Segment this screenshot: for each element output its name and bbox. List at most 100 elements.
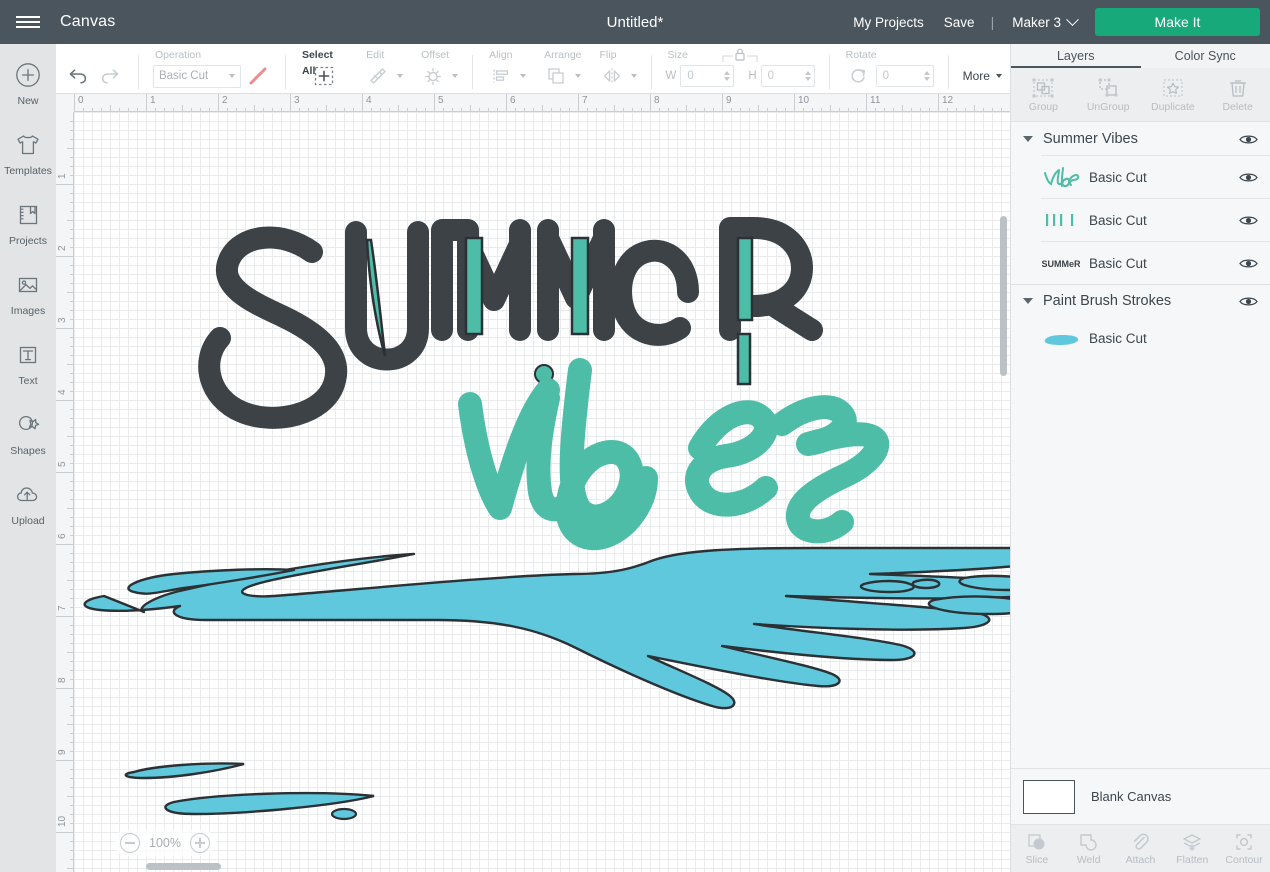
duplicate-button[interactable]: Duplicate (1141, 68, 1206, 121)
hamburger-icon[interactable] (0, 0, 56, 44)
minus-circle-icon[interactable] (120, 833, 140, 853)
layer-row[interactable]: Basic Cut (1041, 198, 1270, 241)
text-t-icon (15, 338, 41, 372)
eye-icon[interactable] (1238, 295, 1258, 308)
eye-icon[interactable] (1238, 171, 1258, 184)
ruler-minor-tick (67, 220, 74, 221)
weld-button[interactable]: Weld (1063, 825, 1115, 872)
history-spacer (64, 47, 124, 63)
layers-list[interactable]: Summer Vibes Basic Cut Basic Cut SUMMeR … (1011, 123, 1270, 768)
height-field[interactable]: H 0 (748, 65, 815, 87)
tab-layers[interactable]: Layers (1011, 44, 1141, 68)
canvas-swatch[interactable] (1023, 779, 1075, 814)
rail-label-new: New (17, 95, 39, 107)
layer-group-summer-vibes[interactable]: Summer Vibes (1011, 123, 1270, 155)
tab-color-sync[interactable]: Color Sync (1141, 44, 1270, 68)
ruler-major-tick (56, 184, 74, 185)
rotate-stepper[interactable] (923, 71, 930, 81)
height-stepper[interactable] (804, 71, 811, 81)
undo-icon[interactable] (64, 63, 92, 89)
redo-icon[interactable] (96, 63, 124, 89)
rail-item-images[interactable]: Images (0, 268, 56, 338)
more-group: More (955, 43, 1010, 89)
toolbar-divider (947, 55, 949, 89)
toolbar-divider (472, 55, 474, 89)
save-button[interactable]: Save (934, 15, 985, 30)
width-field[interactable]: W 0 (666, 65, 735, 87)
chevron-down-icon[interactable] (575, 74, 582, 78)
attach-button[interactable]: Attach (1115, 825, 1167, 872)
canvas-horizontal-scrollbar[interactable] (146, 863, 221, 870)
canvas-area[interactable]: 0 1 2 3 4 5 6 7 8 9 10 11 12 1 2 3 4 5 6 7 8 9 10 (56, 94, 1010, 872)
more-spacer (963, 47, 1002, 63)
chevron-down-icon[interactable] (397, 74, 404, 78)
canvas-selector[interactable]: Blank Canvas (1011, 768, 1270, 824)
rail-item-upload[interactable]: Upload (0, 478, 56, 548)
width-stepper[interactable] (724, 71, 731, 81)
toolbar-divider (284, 55, 286, 89)
operation-value: Basic Cut (158, 70, 209, 82)
cloud-upload-icon (14, 478, 42, 512)
rail-item-shapes[interactable]: Shapes (0, 408, 56, 478)
machine-selector[interactable]: Maker 3 (1000, 12, 1085, 30)
paperclip-icon (1130, 832, 1150, 852)
chevron-down-icon[interactable] (1023, 298, 1033, 304)
ruler-tick-label: 1 (57, 173, 68, 179)
edit-toolbar: Operation Basic Cut Select All Edit Offs… (56, 44, 1010, 94)
delete-button[interactable]: Delete (1205, 68, 1270, 121)
layer-group-paint-brush-strokes[interactable]: Paint Brush Strokes (1011, 285, 1270, 317)
eye-icon[interactable] (1238, 133, 1258, 146)
brush-stroke-thumb (1041, 326, 1081, 352)
chevron-down-icon[interactable] (630, 74, 637, 78)
canvas-grid-wrapper[interactable]: 100% (74, 112, 1010, 872)
group-button[interactable]: Group (1011, 68, 1076, 121)
chevron-down-icon[interactable] (452, 74, 459, 78)
operation-select[interactable]: Basic Cut (152, 64, 241, 88)
make-it-button[interactable]: Make It (1095, 8, 1260, 36)
duplicate-icon (1161, 77, 1185, 99)
rail-item-templates[interactable]: Templates (0, 128, 56, 198)
ruler-minor-tick (902, 105, 903, 112)
arrange-icon[interactable] (542, 63, 570, 89)
canvas-vertical-scrollbar[interactable] (1000, 216, 1007, 376)
my-projects-link[interactable]: My Projects (843, 15, 934, 30)
rotate-input[interactable]: 0 (875, 65, 934, 87)
layer-name: Basic Cut (1089, 331, 1147, 346)
more-button[interactable]: More (963, 63, 1002, 89)
flatten-button[interactable]: Flatten (1166, 825, 1218, 872)
edit-icon[interactable] (364, 63, 392, 89)
chevron-down-icon[interactable] (1023, 136, 1033, 142)
ungroup-button[interactable]: UnGroup (1076, 68, 1141, 121)
rail-item-projects[interactable]: Projects (0, 198, 56, 268)
ruler-minor-tick (758, 105, 759, 112)
chevron-down-icon[interactable] (520, 74, 527, 78)
plus-circle-icon[interactable] (190, 833, 210, 853)
layer-row[interactable]: SUMMeR Basic Cut (1041, 241, 1270, 284)
flatten-label: Flatten (1176, 853, 1209, 866)
rail-item-text[interactable]: Text (0, 338, 56, 408)
ruler-tick-label: 7 (582, 95, 588, 106)
ruler-major-tick (56, 544, 74, 545)
slice-label: Slice (1025, 853, 1049, 866)
artwork[interactable] (74, 112, 1010, 872)
contour-button[interactable]: Contour (1218, 825, 1270, 872)
group-name: Summer Vibes (1043, 131, 1138, 147)
rail-item-new[interactable]: New (0, 58, 56, 128)
attach-label: Attach (1125, 853, 1156, 866)
layer-row[interactable]: Basic Cut (1041, 155, 1270, 198)
size-lock-icon[interactable] (713, 45, 767, 65)
chevron-down-icon (228, 74, 235, 78)
canvas-label: Canvas (60, 13, 116, 30)
offset-icon[interactable] (419, 63, 447, 89)
eye-icon[interactable] (1238, 214, 1258, 227)
rotate-icon[interactable] (844, 63, 872, 89)
layer-row[interactable]: Basic Cut (1041, 317, 1270, 360)
select-all-icon[interactable] (310, 63, 338, 89)
slice-button[interactable]: Slice (1011, 825, 1063, 872)
eye-icon[interactable] (1238, 257, 1258, 270)
ruler-major-tick (866, 94, 867, 112)
weld-icon (1078, 832, 1100, 852)
operation-color-swatch[interactable] (245, 65, 271, 88)
flip-icon[interactable] (598, 63, 626, 89)
align-icon[interactable] (487, 63, 515, 89)
